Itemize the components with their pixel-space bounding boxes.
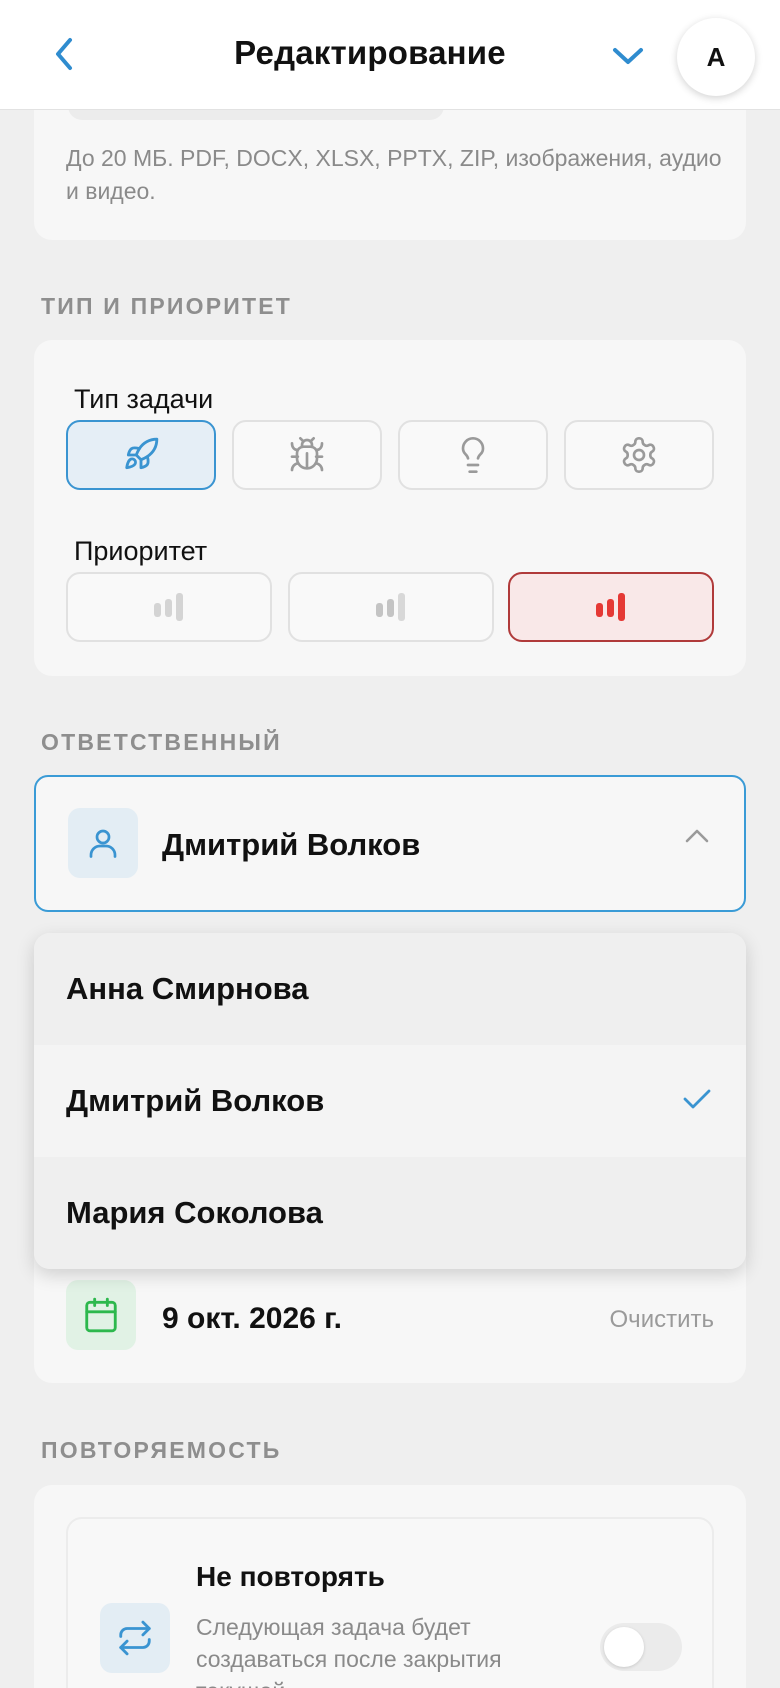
priority-high-icon xyxy=(596,593,625,621)
assignee-option[interactable]: Дмитрий Волков xyxy=(34,1045,746,1157)
recurrence-option[interactable]: Не повторять Следующая задача будет созд… xyxy=(66,1517,714,1688)
assignee-option[interactable]: Мария Соколова xyxy=(34,1157,746,1269)
priority-medium-button[interactable] xyxy=(288,572,494,642)
task-type-bug-button[interactable] xyxy=(232,420,382,490)
chevron-up-icon xyxy=(685,829,709,843)
type-priority-card: Тип задачи Приоритет xyxy=(34,340,746,676)
task-type-idea-button[interactable] xyxy=(398,420,548,490)
recurrence-description: Следующая задача будет создаваться после… xyxy=(196,1614,502,1688)
assignee-icon-tile xyxy=(68,808,138,878)
repeat-icon xyxy=(119,1620,151,1656)
assignee-select[interactable]: Дмитрий Волков xyxy=(34,775,746,912)
collapse-button[interactable] xyxy=(606,34,650,78)
section-label-type-priority: ТИП И ПРИОРИТЕТ xyxy=(41,293,293,319)
due-date-value[interactable]: 9 окт. 2026 г. xyxy=(162,1302,342,1336)
task-type-maintenance-button[interactable] xyxy=(564,420,714,490)
recurrence-title: Не повторять xyxy=(196,1561,385,1592)
gear-icon xyxy=(622,437,656,473)
task-type-feature-button[interactable] xyxy=(66,420,216,490)
priority-label: Приоритет xyxy=(74,536,208,566)
top-bar: Редактирование А xyxy=(0,0,780,110)
assignee-option-label: Анна Смирнова xyxy=(66,971,309,1006)
user-icon xyxy=(89,829,117,858)
task-type-label: Тип задачи xyxy=(74,384,214,414)
lightbulb-icon xyxy=(461,437,485,473)
assignee-selected-value: Дмитрий Волков xyxy=(162,827,421,862)
due-date-icon-tile xyxy=(66,1280,136,1350)
recurrence-toggle[interactable] xyxy=(600,1623,682,1671)
assignee-option-label: Мария Соколова xyxy=(66,1195,323,1230)
priority-low-button[interactable] xyxy=(66,572,272,642)
recurrence-card: Не повторять Следующая задача будет созд… xyxy=(34,1485,746,1688)
rocket-icon xyxy=(125,437,159,470)
avatar[interactable]: А xyxy=(677,18,755,96)
section-label-assignee: ОТВЕТСТВЕННЫЙ xyxy=(41,729,282,755)
section-label-recurrence: ПОВТОРЯЕМОСТЬ xyxy=(41,1437,282,1463)
recurrence-icon-tile xyxy=(100,1603,170,1673)
assignee-option-label: Дмитрий Волков xyxy=(66,1083,325,1118)
priority-low-icon xyxy=(154,593,183,621)
chevron-down-icon xyxy=(613,48,643,64)
priority-medium-icon xyxy=(376,593,405,621)
checkmark-icon xyxy=(683,1089,711,1109)
assignee-option[interactable]: Анна Смирнова xyxy=(34,933,746,1045)
clear-date-button[interactable]: Очистить xyxy=(610,1306,714,1334)
priority-high-button[interactable] xyxy=(508,572,714,642)
upload-hint: До 20 МБ. PDF, DOCX, XLSX, PPTX, ZIP, из… xyxy=(66,145,722,204)
toggle-knob xyxy=(604,1627,644,1667)
assignee-dropdown: Анна Смирнова Дмитрий Волков Мария Сокол… xyxy=(34,933,746,1269)
calendar-icon xyxy=(85,1297,117,1333)
bug-icon xyxy=(290,437,324,472)
